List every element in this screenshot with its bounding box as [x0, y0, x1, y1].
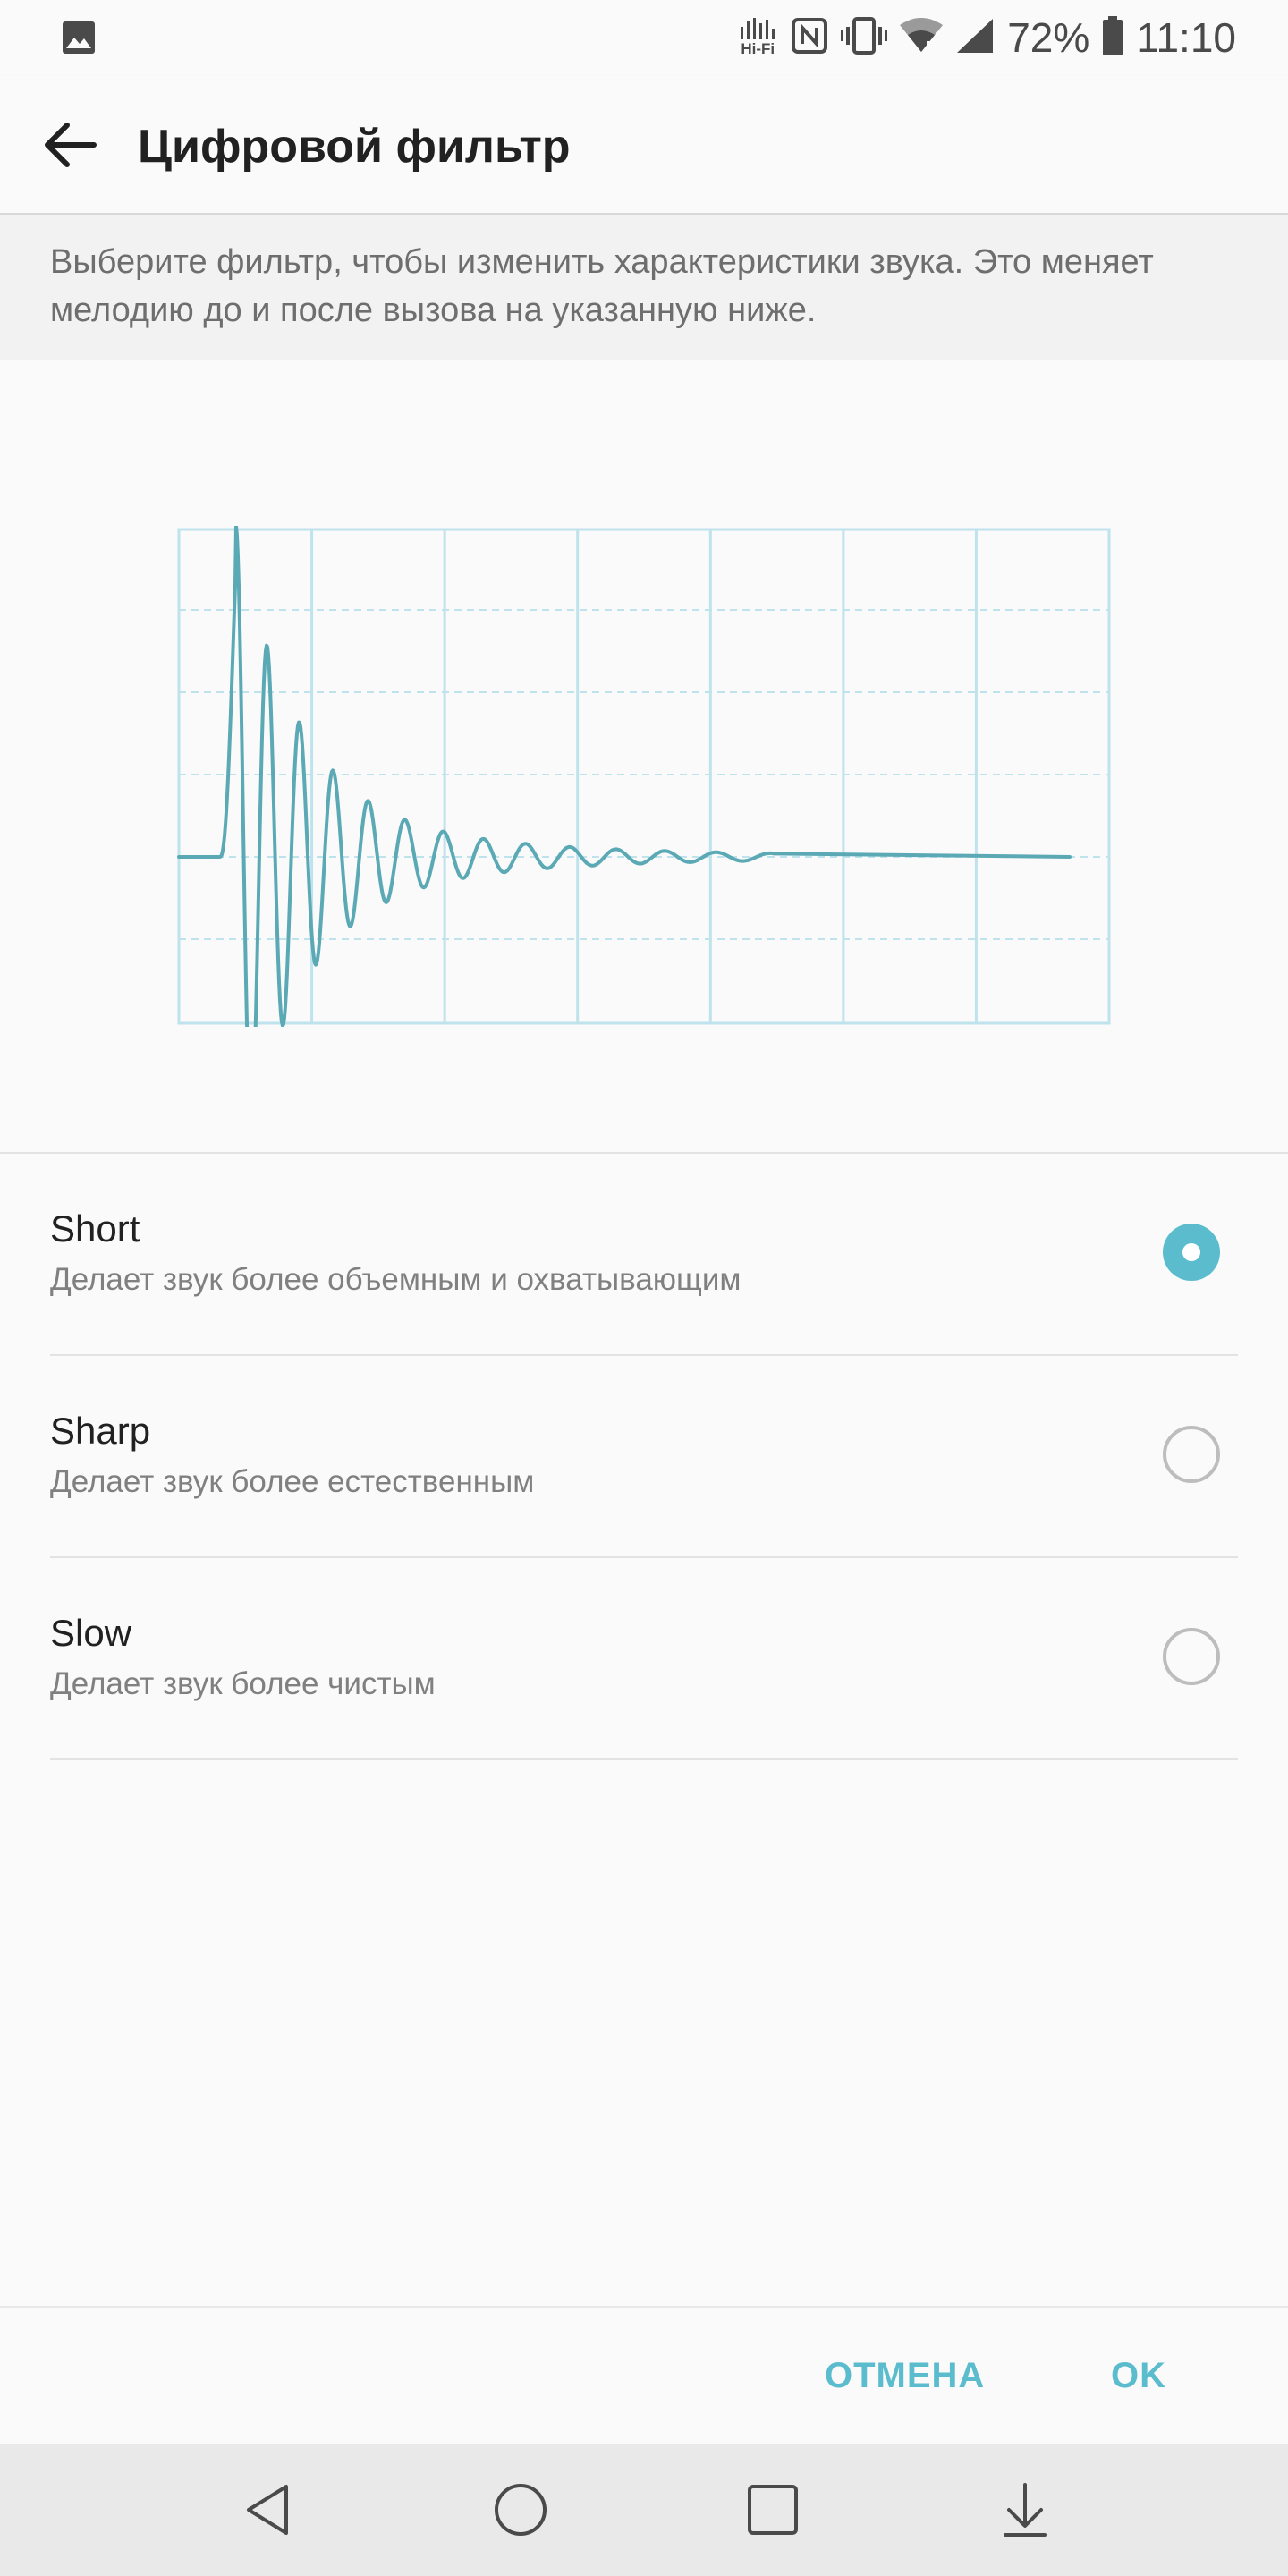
radio-button-sharp[interactable] — [1163, 1426, 1220, 1483]
page-title: Цифровой фильтр — [138, 121, 571, 173]
option-title: Short — [50, 1208, 140, 1250]
battery-icon — [1102, 15, 1123, 60]
nav-notifications-icon — [1004, 2483, 1046, 2537]
signal-icon — [955, 17, 995, 59]
status-bar: Hi-Fi 72% 11:10 — [0, 0, 1288, 75]
description-text: Выберите фильтр, чтобы изменить характер… — [50, 243, 1154, 329]
navigation-bar — [0, 2444, 1288, 2576]
app-bar: Цифровой фильтр — [0, 75, 1288, 215]
hifi-label: Hi-Fi — [741, 40, 775, 57]
status-icons: Hi-Fi 72% 11:10 — [737, 13, 1236, 63]
hifi-icon: Hi-Fi — [737, 18, 778, 57]
radio-button-slow[interactable] — [1163, 1628, 1220, 1685]
arrow-back-icon — [45, 123, 97, 167]
nav-home-button[interactable] — [476, 2465, 565, 2555]
nfc-icon — [791, 17, 828, 59]
clock: 11:10 — [1136, 14, 1236, 61]
gallery-notification-icon — [61, 20, 97, 55]
option-description: Делает звук более объемным и охватывающи… — [50, 1262, 741, 1297]
cancel-button[interactable]: ОТМЕНА — [825, 2352, 985, 2399]
nav-recents-icon — [748, 2485, 798, 2535]
nav-recents-button[interactable] — [728, 2465, 818, 2555]
filter-option-short[interactable]: Short Делает звук более объемным и охват… — [50, 1154, 1238, 1356]
option-title: Sharp — [50, 1410, 151, 1452]
nav-home-icon — [495, 2484, 547, 2536]
graph-vertical-gridlines — [310, 530, 978, 1023]
wifi-icon — [900, 17, 944, 58]
vibrate-icon — [841, 16, 888, 60]
filter-option-sharp[interactable]: Sharp Делает звук более естественным — [50, 1356, 1238, 1558]
ok-button[interactable]: OK — [1111, 2352, 1166, 2399]
back-button[interactable] — [36, 111, 104, 179]
filter-graph-area — [0, 360, 1288, 1154]
dialog-action-bar: ОТМЕНА OK — [0, 2306, 1288, 2444]
graph-horizontal-gridlines — [179, 609, 1109, 940]
nav-back-icon — [247, 2485, 288, 2535]
filter-response-graph — [177, 526, 1111, 1027]
radio-button-short[interactable] — [1163, 1224, 1220, 1281]
description-band: Выберите фильтр, чтобы изменить характер… — [0, 215, 1288, 360]
nav-back-button[interactable] — [224, 2465, 313, 2555]
battery-percent: 72% — [1007, 14, 1090, 61]
nav-notifications-button[interactable] — [980, 2465, 1070, 2555]
option-description: Делает звук более чистым — [50, 1666, 436, 1701]
screen: Hi-Fi 72% 11:10 Цифровой фильтр Выберите… — [0, 0, 1288, 2576]
option-title: Slow — [50, 1612, 132, 1654]
option-description: Делает звук более естественным — [50, 1464, 535, 1499]
filter-options-list: Short Делает звук более объемным и охват… — [50, 1154, 1238, 1760]
filter-option-slow[interactable]: Slow Делает звук более чистым — [50, 1558, 1238, 1760]
